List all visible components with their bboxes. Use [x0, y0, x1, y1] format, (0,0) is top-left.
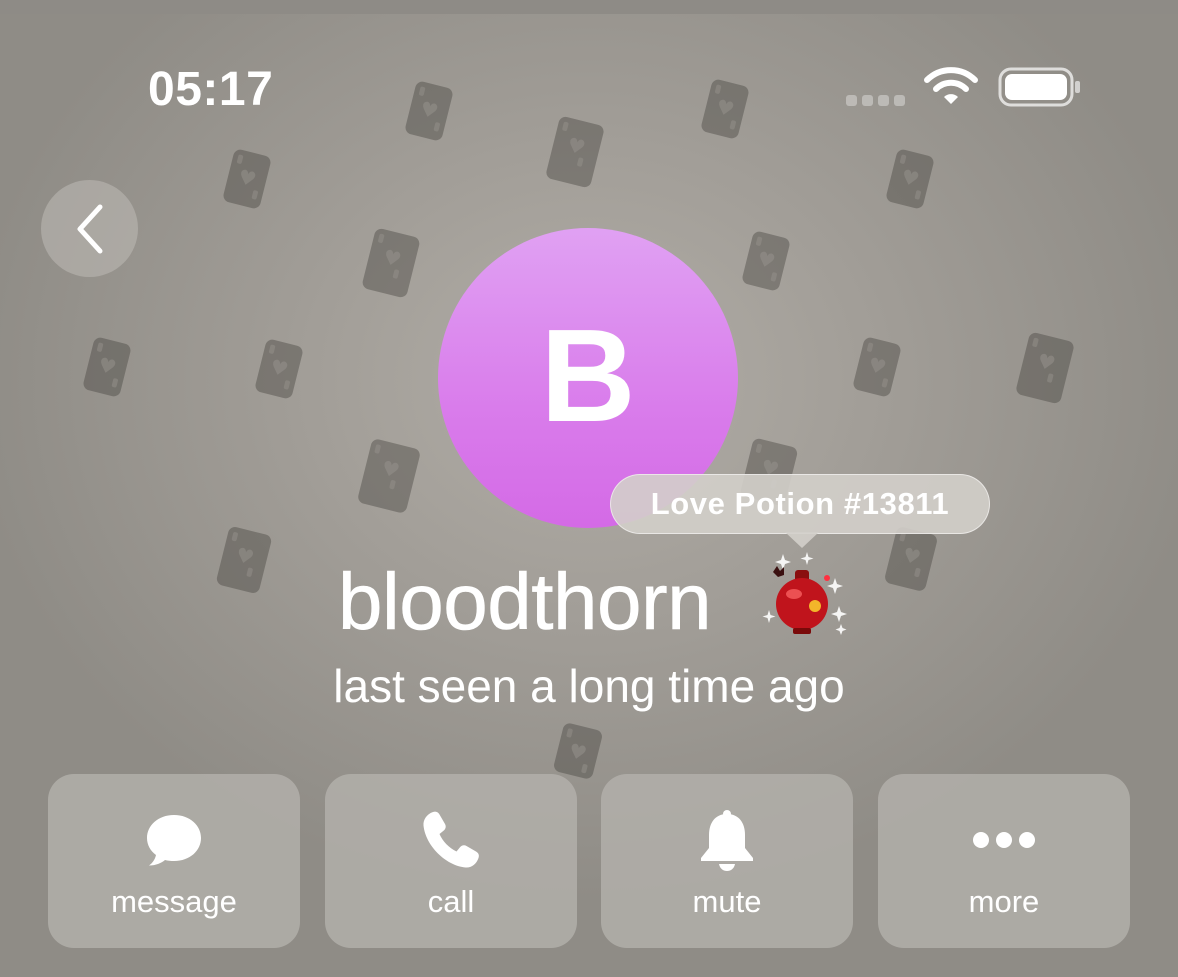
- more-button[interactable]: more: [878, 774, 1130, 948]
- last-seen-status: last seen a long time ago: [333, 660, 845, 712]
- mute-label: mute: [692, 884, 762, 919]
- back-button[interactable]: [41, 180, 138, 277]
- card-pattern-icon: [361, 227, 421, 299]
- mute-button[interactable]: mute: [601, 774, 853, 948]
- tooltip-arrow: [785, 532, 819, 548]
- more-label: more: [968, 884, 1040, 919]
- card-pattern-icon: [82, 336, 132, 398]
- message-label: message: [111, 884, 237, 919]
- card-pattern-icon: [404, 80, 454, 142]
- card-pattern-icon: [883, 525, 939, 593]
- avatar-initial: B: [540, 302, 636, 449]
- card-pattern-icon: [544, 115, 606, 189]
- call-label: call: [427, 884, 475, 919]
- status-time: 05:17: [148, 63, 274, 116]
- love-potion-icon[interactable]: [755, 548, 855, 642]
- card-pattern-icon: [254, 338, 304, 400]
- phone-icon: [411, 800, 491, 880]
- ellipsis-icon: [964, 800, 1044, 880]
- card-pattern-icon: [222, 148, 272, 210]
- signal-icon: [846, 95, 905, 106]
- card-pattern-icon: [741, 230, 791, 292]
- card-pattern-icon: [215, 525, 273, 595]
- chevron-left-icon: [77, 204, 102, 253]
- bell-icon: [687, 800, 767, 880]
- card-pattern-icon: [885, 148, 935, 210]
- message-button[interactable]: message: [48, 774, 300, 948]
- card-pattern-icon: [356, 437, 422, 515]
- gift-tooltip-label: Love Potion #13811: [650, 486, 950, 521]
- gift-tooltip[interactable]: Love Potion #13811: [610, 474, 990, 534]
- top-edge: [0, 0, 1178, 14]
- wifi-icon: [924, 67, 978, 104]
- action-bar: message call mute more: [48, 774, 1130, 948]
- card-pattern-icon: [700, 78, 750, 140]
- battery-icon: [998, 67, 1080, 107]
- profile-name: bloodthorn: [338, 557, 712, 646]
- card-pattern-icon: [1014, 331, 1076, 405]
- card-pattern-icon: [852, 336, 902, 398]
- card-pattern-icon: [552, 721, 604, 781]
- chat-bubble-icon: [134, 800, 214, 880]
- call-button[interactable]: call: [325, 774, 577, 948]
